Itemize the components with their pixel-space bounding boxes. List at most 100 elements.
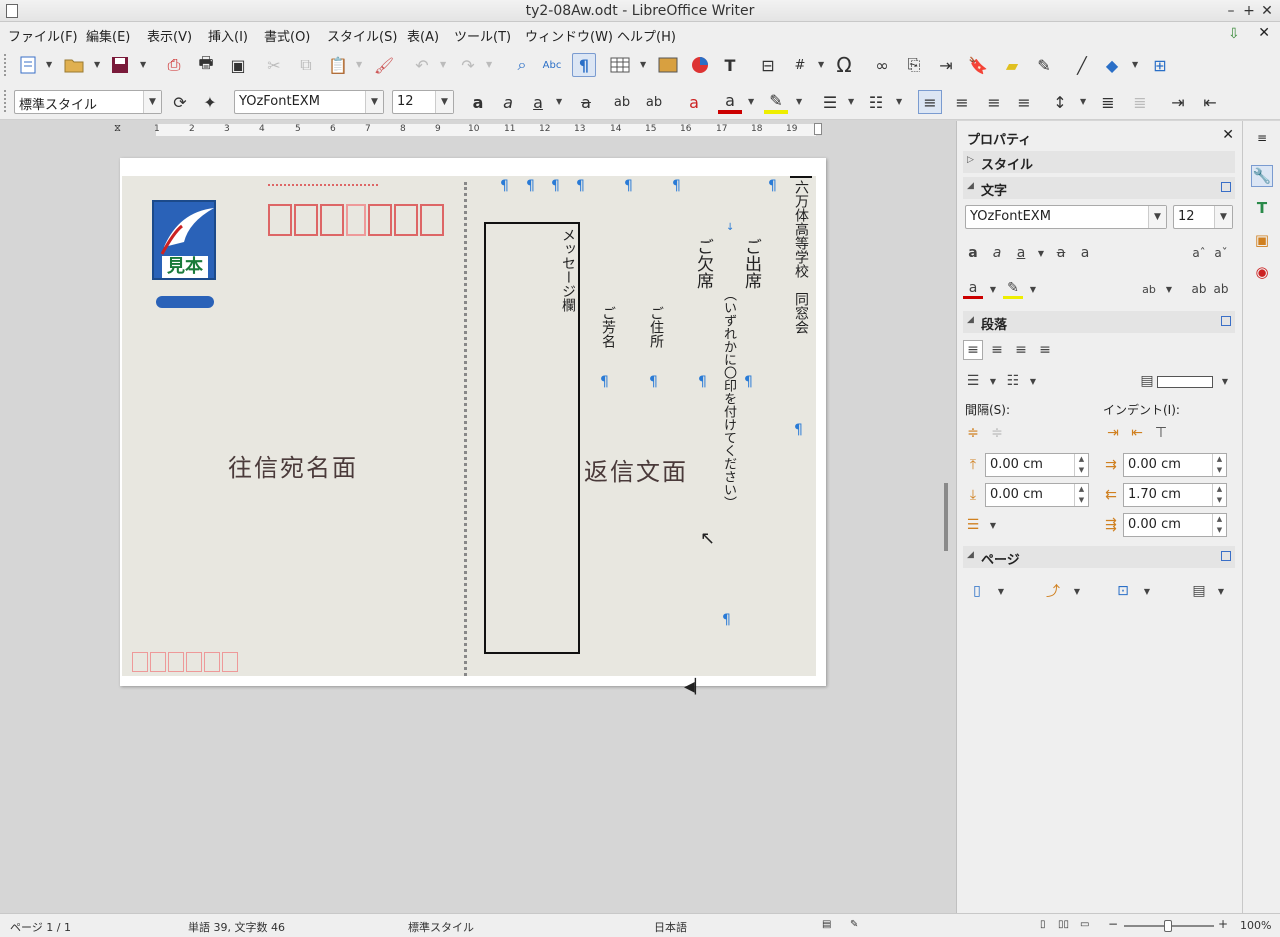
page-count[interactable]: ページ 1 / 1	[10, 919, 71, 935]
decrease-indent-icon[interactable]: ⇤	[1198, 90, 1222, 114]
sidebar-justify-icon[interactable]: ≡	[1035, 340, 1055, 360]
sidebar-strikethrough-icon[interactable]: a	[1051, 243, 1071, 263]
formatting-marks-icon[interactable]: ¶	[572, 53, 596, 77]
redo-icon[interactable]: ↷	[456, 53, 480, 77]
spin-arrows-icon[interactable]: ▲ ▼	[1074, 484, 1088, 506]
page-margins-icon[interactable]: ⊡	[1113, 581, 1133, 601]
chevron-down-icon[interactable]: ▼	[1214, 206, 1232, 228]
align-right-icon[interactable]: ≡	[982, 90, 1006, 114]
sidebar-background-color-icon[interactable]: ▤	[1137, 371, 1157, 391]
insert-chart-icon[interactable]	[688, 53, 712, 77]
section-character[interactable]: ◢ 文字	[963, 177, 1235, 199]
undo-icon[interactable]: ↶	[410, 53, 434, 77]
multi-page-view-icon[interactable]: ▯▯	[1058, 919, 1069, 930]
navigator-icon[interactable]: ⊞	[1148, 53, 1172, 77]
sidebar-collapse-handle[interactable]	[944, 483, 948, 551]
sidebar-font-color-dropdown-icon[interactable]: ▼	[983, 279, 1003, 299]
sidebar-superscript-icon[interactable]: ab	[1189, 279, 1209, 299]
paste-dropdown-icon[interactable]: ▼	[356, 60, 364, 69]
bold-icon[interactable]: a	[466, 90, 490, 114]
sidebar-font-name-combo[interactable]: YOzFontEXM ▼	[965, 205, 1167, 229]
insert-table-icon[interactable]	[608, 53, 632, 77]
line-icon[interactable]: ╱	[1070, 53, 1094, 77]
paste-icon[interactable]: 📋	[326, 53, 350, 77]
open-dropdown-icon[interactable]: ▼	[94, 60, 102, 69]
redo-dropdown-icon[interactable]: ▼	[486, 60, 494, 69]
highlight-icon[interactable]: ✎	[764, 90, 788, 114]
italic-icon[interactable]: a	[496, 90, 520, 114]
zoom-slider-thumb[interactable]	[1164, 920, 1172, 932]
section-style[interactable]: ▷ スタイル	[963, 151, 1235, 173]
chevron-down-icon[interactable]: ▼	[143, 91, 161, 113]
insert-table-dropdown-icon[interactable]: ▼	[640, 60, 648, 69]
sidebar-bold-icon[interactable]: a	[963, 243, 983, 263]
bookmark-icon[interactable]: 🔖	[966, 53, 990, 77]
above-spacing-field[interactable]: 0.00 cm ▲ ▼	[985, 453, 1089, 477]
page-format-icon[interactable]: ▯	[967, 581, 987, 601]
strikethrough-icon[interactable]: a	[574, 90, 598, 114]
zoom-out-button[interactable]: −	[1108, 917, 1118, 931]
undo-dropdown-icon[interactable]: ▼	[440, 60, 448, 69]
increase-spacing-icon[interactable]: ≑	[963, 423, 983, 443]
find-replace-icon[interactable]: ⌕	[510, 53, 534, 77]
close-document-button[interactable]: ✕	[1258, 25, 1270, 41]
font-color-icon[interactable]: a	[718, 90, 742, 114]
print-icon[interactable]: 🖶	[194, 53, 218, 77]
bullets-dropdown-icon[interactable]: ▼	[848, 97, 856, 106]
menu-insert[interactable]: 挿入(I)	[208, 26, 248, 45]
subscript-icon[interactable]: ab	[642, 90, 666, 114]
page-format-dropdown-icon[interactable]: ▼	[991, 581, 1011, 601]
more-options-icon[interactable]	[1221, 182, 1231, 192]
spin-arrows-icon[interactable]: ▲ ▼	[1074, 454, 1088, 476]
chevron-down-icon[interactable]: ▼	[365, 91, 383, 113]
line-spacing-dropdown-icon[interactable]: ▼	[1080, 97, 1088, 106]
section-page[interactable]: ◢ ページ	[963, 546, 1235, 568]
menu-view[interactable]: 表示(V)	[147, 26, 192, 45]
sidebar-background-dropdown-icon[interactable]: ▼	[1215, 371, 1235, 391]
sidebar-numbering-icon[interactable]: ☷	[1003, 371, 1023, 391]
numbering-dropdown-icon[interactable]: ▼	[896, 97, 904, 106]
sidebar-highlight-dropdown-icon[interactable]: ▼	[1023, 279, 1043, 299]
insert-field-dropdown-icon[interactable]: ▼	[818, 60, 826, 69]
zoom-in-button[interactable]: +	[1218, 917, 1228, 931]
underline-dropdown-icon[interactable]: ▼	[556, 97, 564, 106]
more-options-icon[interactable]	[1221, 316, 1231, 326]
insert-mode-icon[interactable]: ▤	[822, 919, 831, 930]
right-indent-marker-icon[interactable]	[814, 123, 822, 135]
below-spacing-field[interactable]: 0.00 cm ▲ ▼	[985, 483, 1089, 507]
decrease-indent-sidebar-icon[interactable]: ⇤	[1127, 423, 1147, 443]
track-changes-icon[interactable]: ✎	[1032, 53, 1056, 77]
increase-paragraph-spacing-icon[interactable]: ≣	[1096, 90, 1120, 114]
insert-textbox-icon[interactable]: T	[718, 53, 742, 77]
menu-edit[interactable]: 編集(E)	[86, 26, 130, 45]
page-orientation-icon[interactable]: ⤴	[1043, 581, 1063, 601]
print-preview-icon[interactable]: ▣	[226, 53, 250, 77]
sidebar-font-size-combo[interactable]: 12 ▼	[1173, 205, 1233, 229]
single-page-view-icon[interactable]: ▯	[1040, 919, 1046, 930]
document-workspace[interactable]: ⧖ 1 2 3 4 5 6 7 8 9 10 11 12 13 14 15 16…	[0, 121, 948, 913]
sidebar-character-spacing-icon[interactable]: ab	[1139, 279, 1159, 299]
close-window-button[interactable]: ✕	[1258, 2, 1276, 20]
font-color-dropdown-icon[interactable]: ▼	[748, 97, 756, 106]
font-size-combo[interactable]: 12 ▼	[392, 90, 454, 114]
sidebar-shrink-font-icon[interactable]: aˇ	[1211, 243, 1231, 263]
word-count[interactable]: 単語 39, 文字数 46	[188, 919, 285, 935]
new-style-icon[interactable]: ✦	[198, 90, 222, 114]
update-available-icon[interactable]: ⇩	[1228, 26, 1244, 42]
before-indent-field[interactable]: 0.00 cm ▲ ▼	[1123, 453, 1227, 477]
properties-deck-icon[interactable]: 🔧	[1251, 165, 1273, 187]
page-margins-dropdown-icon[interactable]: ▼	[1137, 581, 1157, 601]
document-modified-icon[interactable]: ✎	[850, 919, 858, 930]
sidebar-italic-icon[interactable]: a	[987, 243, 1007, 263]
menu-format[interactable]: 書式(O)	[264, 26, 310, 45]
decrease-spacing-icon[interactable]: ≑	[987, 423, 1007, 443]
maximize-button[interactable]: +	[1240, 2, 1258, 20]
horizontal-ruler[interactable]: ⧖ 1 2 3 4 5 6 7 8 9 10 11 12 13 14 15 16…	[114, 121, 824, 139]
insert-image-icon[interactable]	[656, 53, 680, 77]
copy-icon[interactable]: ⧉	[294, 53, 318, 77]
update-style-icon[interactable]: ⟳	[168, 90, 192, 114]
status-language[interactable]: 日本語	[654, 919, 687, 935]
highlight-dropdown-icon[interactable]: ▼	[796, 97, 804, 106]
first-line-indent-field[interactable]: 0.00 cm ▲ ▼	[1123, 513, 1227, 537]
superscript-icon[interactable]: ab	[610, 90, 634, 114]
